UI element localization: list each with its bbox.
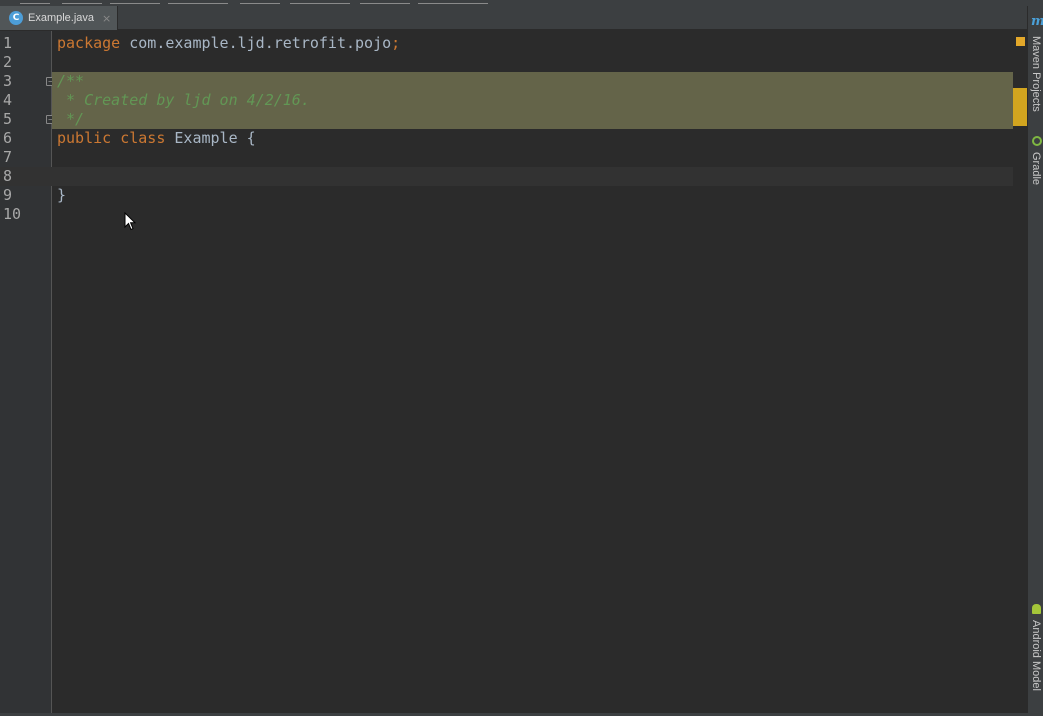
code-token: } [57,186,67,204]
code-line[interactable]: 6 public class Example { [0,129,1013,148]
code-text: package com.example.ljd.retrofit.pojo; [52,34,1013,53]
comment-token: /** [57,72,85,90]
comment-token: * Created by ljd on 4/2/16. [57,91,310,109]
line-number: 4 [3,91,13,109]
line-number: 9 [3,186,13,204]
line-number: 8 [3,167,13,185]
code-line[interactable]: 9} [0,186,1013,205]
warning-marker[interactable] [1013,88,1027,126]
code-token: com.example.ljd.retrofit.pojo [120,34,392,52]
code-line[interactable]: 5− */ [0,110,1013,129]
tab-label: Example.java [28,12,95,24]
breadcrumb-item[interactable] [20,0,50,4]
code-line[interactable]: 3−/** [0,72,1013,91]
code-line[interactable]: 4 * Created by ljd on 4/2/16. [0,91,1013,110]
line-number: 3 [3,72,13,90]
breadcrumb-item[interactable] [62,0,102,4]
code-editor[interactable]: 1 package com.example.ljd.retrofit.pojo; 2… [0,31,1027,713]
editor-tab-bar: C Example.java × [0,6,1030,30]
inspection-status-icon[interactable] [1016,37,1025,46]
close-icon[interactable]: × [102,12,111,25]
right-tool-window-bar: m Maven Projects Gradle Android Model [1027,6,1043,713]
line-number: 1 [3,34,13,52]
keyword-token: class [120,129,166,147]
gradle-button[interactable]: Gradle [1030,152,1042,185]
code-text: /** [52,72,1013,91]
breadcrumb-item[interactable] [360,0,410,4]
line-number: 10 [3,205,22,223]
breadcrumb-item[interactable] [240,0,280,4]
code-token: Example { [165,129,256,147]
maven-projects-button[interactable]: Maven Projects [1030,36,1042,112]
line-number: 5 [3,110,13,128]
keyword-token: package [57,34,121,52]
code-text: * Created by ljd on 4/2/16. [52,91,1013,110]
comment-token: */ [57,110,85,128]
breadcrumb-item[interactable] [110,0,160,4]
line-number: 6 [3,129,13,147]
error-stripe[interactable] [1013,31,1027,713]
gradle-icon [1032,136,1042,146]
code-text: */ [52,110,1013,129]
tab-example-java[interactable]: C Example.java × [0,6,118,30]
class-icon: C [9,11,23,25]
code-text: } [52,186,1013,205]
keyword-token: public [57,129,112,147]
code-line[interactable]: 2 [0,53,1013,72]
line-number: 7 [3,148,13,166]
breadcrumb-item[interactable] [168,0,228,4]
code-line[interactable]: 1 package com.example.ljd.retrofit.pojo; [0,34,1013,53]
code-lines: 1 package com.example.ljd.retrofit.pojo; 2… [0,31,1013,224]
mouse-pointer-icon [124,212,136,231]
line-number: 2 [3,53,13,71]
maven-icon: m [1031,14,1043,29]
android-icon [1032,604,1041,614]
code-line[interactable]: 8 [0,167,1013,186]
code-line[interactable]: 7 [0,148,1013,167]
code-text: public class Example { [52,129,1013,148]
breadcrumb-item[interactable] [418,0,488,4]
code-line[interactable]: 10 [0,205,1013,224]
keyword-token: ; [391,34,401,52]
android-model-button[interactable]: Android Model [1030,620,1042,691]
breadcrumb-item[interactable] [290,0,350,4]
